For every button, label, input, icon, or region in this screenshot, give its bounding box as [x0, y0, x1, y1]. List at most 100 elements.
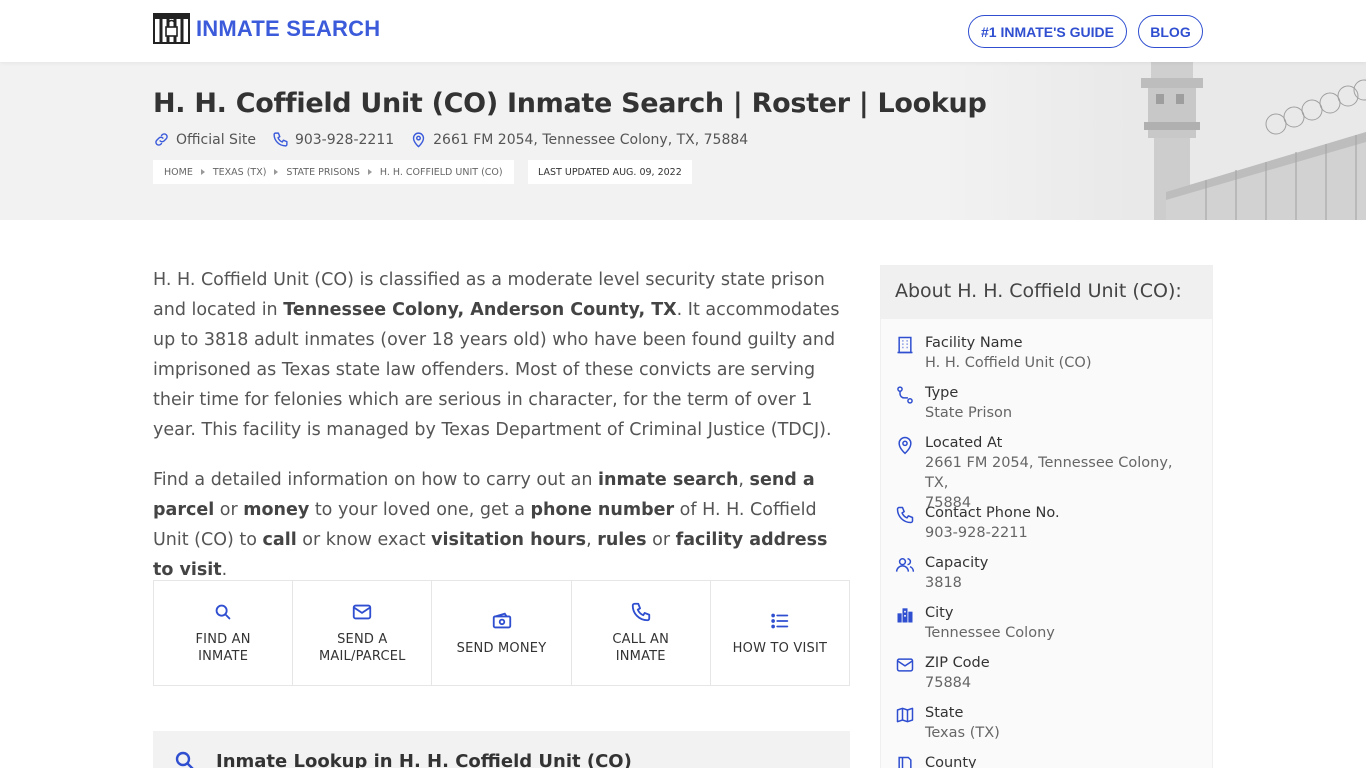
phone-icon [896, 506, 914, 524]
inmate-lookup-section: Inmate Lookup in H. H. Coffield Unit (CO… [153, 731, 850, 768]
top-navbar: INMATE SEARCH #1 INMATE'S GUIDE BLOG [0, 0, 1366, 62]
info-value: 75884 [925, 675, 972, 691]
services-text: , [738, 470, 750, 490]
info-city: City Tennessee Colony [895, 603, 1200, 643]
send-mail-button[interactable]: SEND A MAIL/PARCEL [293, 581, 433, 685]
intro-paragraph: H. H. Coffield Unit (CO) is classified a… [153, 265, 853, 445]
phone-link[interactable]: 903-928-2211 [272, 131, 394, 148]
address-link[interactable]: 2661 FM 2054, Tennessee Colony, TX, 7588… [410, 131, 748, 148]
users-icon [895, 558, 915, 572]
info-label: ZIP Code [925, 655, 990, 671]
chevron-right-icon [367, 169, 372, 175]
official-site-label: Official Site [176, 131, 256, 148]
breadcrumb-current: H. H. COFFIELD UNIT (CO) [379, 166, 503, 178]
services-text: or [646, 530, 676, 550]
breadcrumb-state-prisons[interactable]: STATE PRISONS [286, 167, 359, 178]
breadcrumb-home[interactable]: HOME [164, 167, 193, 178]
action-label: SEND A MAIL/PARCEL [319, 631, 406, 665]
find-inmate-button[interactable]: FIND AN INMATE [154, 581, 294, 685]
info-state: State Texas (TX) [895, 703, 1200, 743]
breadcrumb-texas[interactable]: TEXAS (TX) [213, 167, 267, 178]
info-contact-phone: Contact Phone No. 903-928-2211 [895, 503, 1200, 543]
route-icon [897, 386, 913, 404]
logo-text: INMATE SEARCH [196, 15, 381, 41]
facility-address: 2661 FM 2054, Tennessee Colony, TX, 7588… [433, 131, 749, 148]
info-label: City [925, 605, 954, 621]
map-pin-icon [898, 436, 912, 455]
info-label: Capacity [925, 555, 989, 571]
services-text: . [221, 560, 228, 580]
location-highlight: Tennessee Colony, Anderson County, TX [283, 300, 677, 320]
action-label-line: INMATE [615, 649, 666, 664]
building-icon [897, 336, 913, 354]
info-facility-name: Facility Name H. H. Coffield Unit (CO) [895, 333, 1200, 373]
mail-icon [353, 604, 372, 620]
breadcrumb: HOME TEXAS (TX) STATE PRISONS H. H. COFF… [153, 160, 514, 184]
county-icon [898, 756, 912, 768]
info-value: 3818 [925, 575, 962, 591]
action-label-line: MAIL/PARCEL [319, 649, 406, 664]
services-keyword: phone number [530, 500, 675, 520]
services-keyword: money [243, 500, 310, 520]
about-facility-panel: About H. H. Coffield Unit (CO): Facility… [880, 265, 1213, 768]
info-county: County [895, 753, 1200, 768]
action-label-line: INMATE [198, 649, 249, 664]
page-title: H. H. Coffield Unit (CO) Inmate Search |… [153, 88, 987, 119]
how-to-visit-button[interactable]: HOW TO VISIT [711, 581, 849, 685]
money-icon [492, 612, 511, 628]
info-label: State [925, 705, 964, 721]
info-value: H. H. Coffield Unit (CO) [925, 355, 1092, 371]
services-keyword: rules [597, 530, 647, 550]
search-icon [175, 751, 194, 768]
info-located-at: Located At 2661 FM 2054, Tennessee Colon… [895, 433, 1200, 513]
services-text: or know exact [296, 530, 432, 550]
info-label: Located At [925, 435, 1003, 451]
prison-tower-illustration [936, 62, 1366, 220]
official-site-link[interactable]: Official Site [153, 131, 256, 148]
site-logo[interactable]: INMATE SEARCH [153, 13, 380, 44]
info-zip: ZIP Code 75884 [895, 653, 1200, 693]
action-label: FIND AN INMATE [196, 631, 251, 665]
info-label: Contact Phone No. [925, 505, 1060, 521]
services-text: to your loved one, get a [309, 500, 531, 520]
lookup-title: Inmate Lookup in H. H. Coffield Unit (CO… [216, 751, 632, 768]
action-label: SEND MONEY [456, 640, 547, 656]
envelope-icon [896, 658, 914, 672]
services-text: Find a detailed information on how to ca… [153, 470, 599, 490]
quick-actions: FIND AN INMATE SEND A MAIL/PARCEL SEND MON… [153, 580, 850, 686]
about-heading: About H. H. Coffield Unit (CO): [881, 266, 1212, 319]
info-value: Texas (TX) [925, 725, 1000, 741]
chevron-right-icon [200, 169, 205, 175]
map-icon [896, 707, 914, 723]
map-pin-icon [412, 132, 425, 148]
info-label: County [925, 755, 977, 768]
info-label: Facility Name [925, 335, 1023, 351]
last-updated-badge: LAST UPDATED AUG. 09, 2022 [528, 160, 692, 184]
services-keyword: inmate search [598, 470, 739, 490]
link-icon [155, 133, 168, 146]
search-icon [215, 604, 231, 620]
services-keyword: call [262, 530, 297, 550]
city-icon [897, 608, 913, 623]
action-label: HOW TO VISIT [732, 640, 828, 656]
info-value: Tennessee Colony [925, 625, 1055, 641]
send-money-button[interactable]: SEND MONEY [432, 581, 572, 685]
action-label-line: FIND AN [195, 632, 251, 647]
inmates-guide-button[interactable]: #1 INMATE'S GUIDE [968, 15, 1127, 48]
services-text: , [586, 530, 598, 550]
call-inmate-button[interactable]: CALL AN INMATE [572, 581, 711, 685]
services-keyword: visitation hours [431, 530, 587, 550]
list-icon [771, 613, 789, 628]
phone-icon [273, 132, 288, 147]
services-paragraph: Find a detailed information on how to ca… [153, 465, 853, 585]
info-capacity: Capacity 3818 [895, 553, 1200, 593]
info-label: Type [925, 385, 959, 401]
prison-bars-logo-icon [153, 13, 190, 44]
intro-text: . It accommodates up to 3818 adult inmat… [153, 300, 840, 440]
action-label: CALL AN INMATE [612, 631, 669, 665]
blog-button[interactable]: BLOG [1138, 15, 1203, 48]
facility-meta-row: Official Site 903-928-2211 2661 FM 2054,… [153, 131, 764, 148]
info-value: 2661 FM 2054, Tennessee Colony, TX, [925, 455, 1173, 491]
info-type: Type State Prison [895, 383, 1200, 423]
action-label-line: SEND A [337, 632, 388, 647]
